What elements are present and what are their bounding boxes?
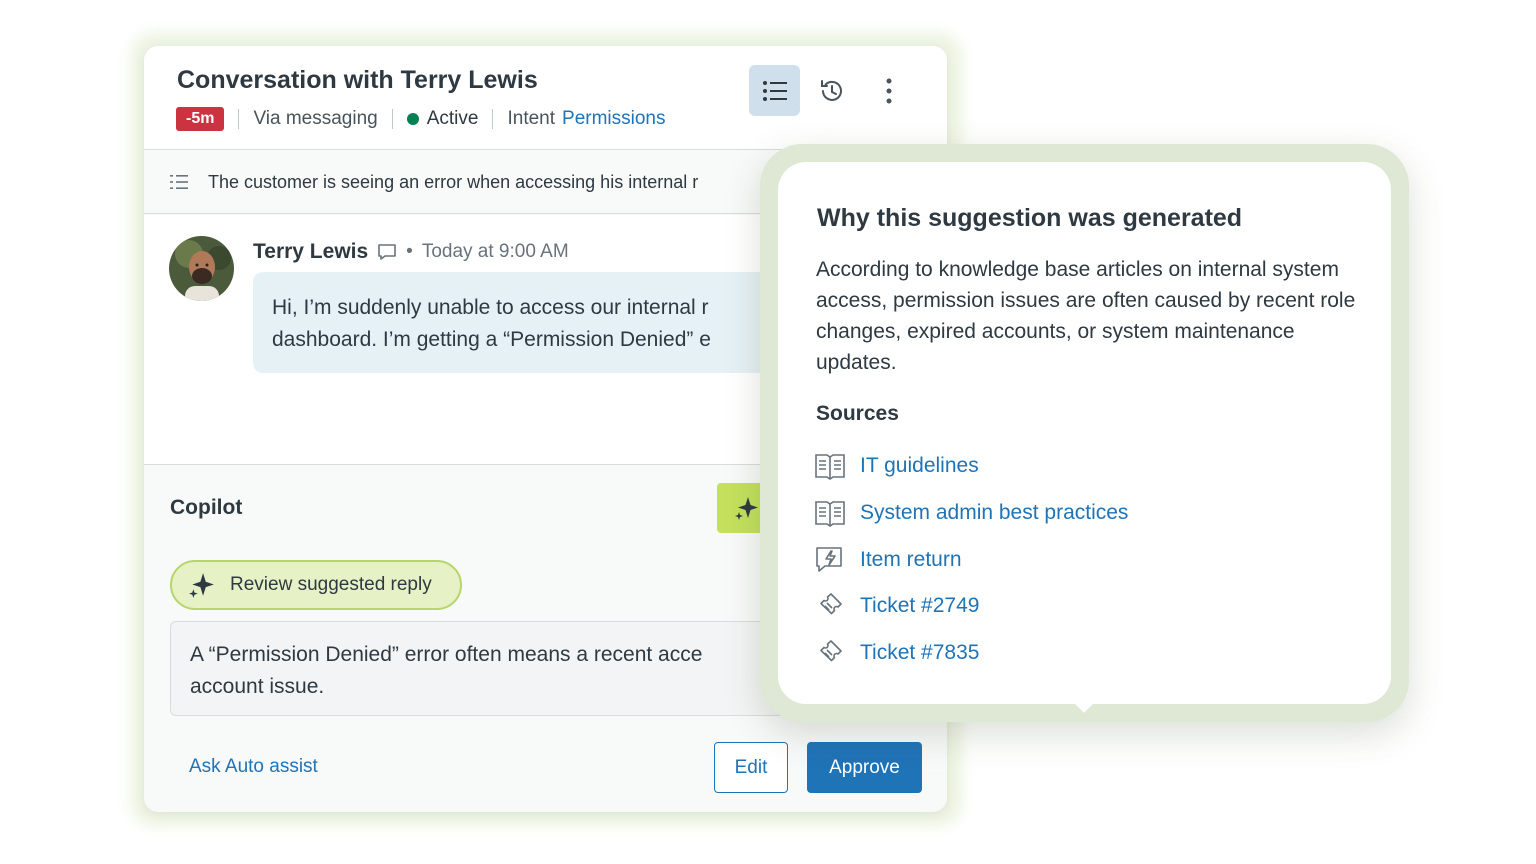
sla-badge: -5m [176,107,225,131]
sources-list: IT guidelines System admin best practice… [814,443,1128,676]
review-suggested-reply-chip[interactable]: Review suggested reply [170,560,462,610]
popover-title: Why this suggestion was generated [817,204,1243,232]
popover-body: According to knowledge base articles on … [816,258,1356,374]
source-item[interactable]: Ticket #7835 [814,630,1128,677]
conversation-meta: -5m Via messaging Active Intent Permissi… [176,106,666,132]
source-link[interactable]: Ticket #2749 [860,594,979,618]
conversation-header: Conversation with Terry Lewis -5m Via me… [144,46,947,150]
reply-line: account issue. [190,675,325,698]
list-icon [762,80,787,101]
meta-separator-dot: • [406,241,413,262]
summary-toggle-button[interactable] [749,65,800,116]
message-line: Hi, I’m suddenly unable to access our in… [272,296,709,319]
source-item[interactable]: System admin best practices [814,490,1128,537]
ticket-icon [820,593,842,615]
source-item[interactable]: Ticket #2749 [814,583,1128,630]
intent-value-link[interactable]: Permissions [562,108,665,130]
more-options-button[interactable] [863,65,914,116]
channel-label: Via messaging [253,108,378,129]
chat-bubble-icon [378,244,396,260]
book-icon [815,501,845,527]
list-icon [170,175,188,189]
message-timestamp: Today at 9:00 AM [421,241,569,262]
source-link[interactable]: Item return [860,548,962,572]
divider [492,109,494,129]
book-icon [815,454,845,481]
intent-label: Intent [507,108,556,129]
message-line: dashboard. I’m getting a “Permission Den… [272,328,711,351]
ask-auto-assist-link[interactable]: Ask Auto assist [189,756,318,778]
page-title: Conversation with Terry Lewis [177,66,538,94]
status-dot-icon [406,113,419,125]
reply-line: A “Permission Denied” error often means … [190,643,703,666]
divider [391,109,393,129]
suggestion-explanation-popover: Why this suggestion was generated Accord… [778,162,1391,704]
status-label: Active [426,108,479,129]
approve-button[interactable]: Approve [807,742,922,793]
source-link[interactable]: IT guidelines [860,454,979,478]
history-button[interactable] [806,65,857,116]
source-item[interactable]: Item return [814,536,1128,583]
history-icon [820,79,842,101]
source-link[interactable]: System admin best practices [860,501,1128,525]
message-bubble: Hi, I’m suddenly unable to access our in… [253,272,813,373]
macro-bolt-icon [816,546,842,572]
edit-button[interactable]: Edit [714,742,788,793]
source-item[interactable]: IT guidelines [814,443,1128,490]
kebab-icon [886,78,891,103]
user-avatar-icon [169,236,234,301]
sources-heading: Sources [816,402,899,425]
summary-text: The customer is seeing an error when acc… [208,171,699,192]
source-link[interactable]: Ticket #7835 [860,641,979,665]
copilot-title: Copilot [170,496,243,519]
sparkle-icon [189,573,214,598]
divider [238,109,240,129]
suggested-reply-box[interactable]: A “Permission Denied” error often means … [170,621,810,716]
avatar[interactable] [169,236,234,301]
sparkle-icon [735,497,758,520]
review-label: Review suggested reply [230,574,432,595]
ticket-icon [820,640,842,662]
message-meta: Terry Lewis • Today at 9:00 AM [253,240,569,264]
sender-name: Terry Lewis [253,240,369,263]
